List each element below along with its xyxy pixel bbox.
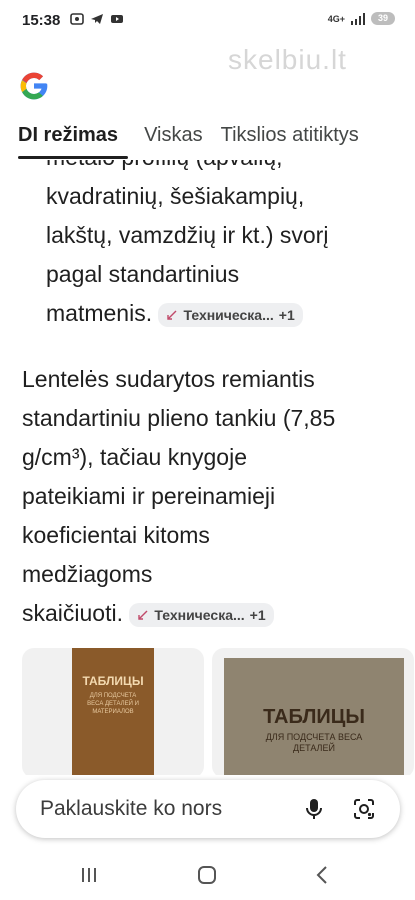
book-subtitle: ДЛЯ ПОДСЧЕТА ВЕСА ДЕТАЛЕЙ И МАТЕРИАЛОВ (87, 693, 139, 715)
book-title: ТАБЛИЦЫ (263, 706, 365, 728)
tab-ai-mode[interactable]: DI režimas (0, 124, 126, 158)
ask-input-bar[interactable]: Paklauskite ko nors (16, 780, 400, 838)
lens-icon[interactable] (352, 797, 376, 821)
answer-paragraph-2: Lentelės sudarytos remiantis standartini… (22, 360, 392, 633)
text-line: matmenis. Техническа... +1 (46, 294, 376, 333)
back-icon[interactable] (312, 864, 334, 886)
source-chip-count: +1 (278, 306, 295, 323)
text-line: pagal standartinius (46, 261, 240, 287)
google-logo-icon[interactable] (18, 70, 50, 102)
text-line: metalo profilių (apvalių, (46, 160, 376, 177)
battery-icon: 39 (371, 12, 395, 25)
search-tabs: DI režimas Viskas Tikslios atitiktys (0, 124, 415, 158)
watermark: skelbiu.lt (228, 44, 347, 75)
active-tab-indicator (18, 156, 128, 159)
source-chip[interactable]: Техническа... +1 (158, 302, 303, 327)
text-line: skaičiuoti. Техническа... +1 (22, 594, 392, 633)
screen-record-icon (70, 13, 84, 25)
status-time: 15:38 (22, 12, 61, 29)
text-line: standartiniu plieno tankiu (7,85 (22, 405, 336, 431)
link-icon (138, 610, 148, 620)
tab-all[interactable]: Viskas (126, 124, 203, 158)
youtube-icon (111, 15, 123, 23)
text-line: medžiagoms (22, 561, 153, 587)
tab-exact-matches[interactable]: Tikslios atitiktys (203, 124, 359, 158)
image-card[interactable]: ТАБЛИЦЫ ДЛЯ ПОДСЧЕТА ВЕСА ДЕТАЛЕЙ И МАТЕ… (22, 648, 204, 775)
status-bar: 15:38 4G+ 39 (0, 0, 415, 40)
link-icon (167, 310, 177, 320)
book-subtitle: ДЛЯ ПОДСЧЕТА ВЕСА ДЕТАЛЕЙ (265, 732, 363, 753)
source-chip-label: Техническа... (154, 606, 245, 623)
image-card[interactable]: ТАБЛИЦЫ ДЛЯ ПОДСЧЕТА ВЕСА ДЕТАЛЕЙ (212, 648, 414, 775)
text-line: lakštų, vamzdžių ir kt.) svorį (46, 222, 329, 248)
signal-icon (351, 12, 365, 25)
text-line-end: skaičiuoti. (22, 600, 123, 626)
image-results: ТАБЛИЦЫ ДЛЯ ПОДСЧЕТА ВЕСА ДЕТАЛЕЙ И МАТЕ… (22, 648, 414, 775)
network-type: 4G+ (327, 13, 345, 24)
text-line: Lentelės sudarytos remiantis (22, 366, 315, 392)
source-chip-label: Техническа... (183, 306, 274, 323)
telegram-icon (91, 14, 103, 24)
mic-icon[interactable] (302, 797, 326, 821)
text-line: koeficientai kitoms (22, 522, 210, 548)
ask-input-placeholder[interactable]: Paklauskite ko nors (40, 797, 222, 821)
system-nav-bar (0, 850, 415, 900)
home-icon[interactable] (196, 864, 218, 886)
status-notification-icons (70, 12, 124, 26)
text-line: pateikiami ir pereinamieji (22, 483, 276, 509)
status-right: 4G+ 39 (328, 12, 395, 25)
text-line-end: matmenis. (46, 300, 153, 326)
book-cover-image: ТАБЛИЦЫ ДЛЯ ПОДСЧЕТА ВЕСА ДЕТАЛЕЙ (224, 658, 404, 775)
source-chip[interactable]: Техническа... +1 (129, 602, 274, 627)
recents-icon[interactable] (78, 864, 100, 886)
book-cover-image: ТАБЛИЦЫ ДЛЯ ПОДСЧЕТА ВЕСА ДЕТАЛЕЙ И МАТЕ… (72, 648, 154, 775)
source-chip-count: +1 (249, 606, 266, 623)
text-line: kvadratinių, šešiakampių, (46, 183, 305, 209)
ai-answer-content: metalo profilių (apvalių, kvadratinių, š… (0, 160, 415, 775)
book-title: ТАБЛИЦЫ (82, 674, 144, 688)
text-line: g/cm³), tačiau knygoje (22, 444, 247, 470)
answer-paragraph-1: metalo profilių (apvalių, kvadratinių, š… (46, 160, 376, 333)
